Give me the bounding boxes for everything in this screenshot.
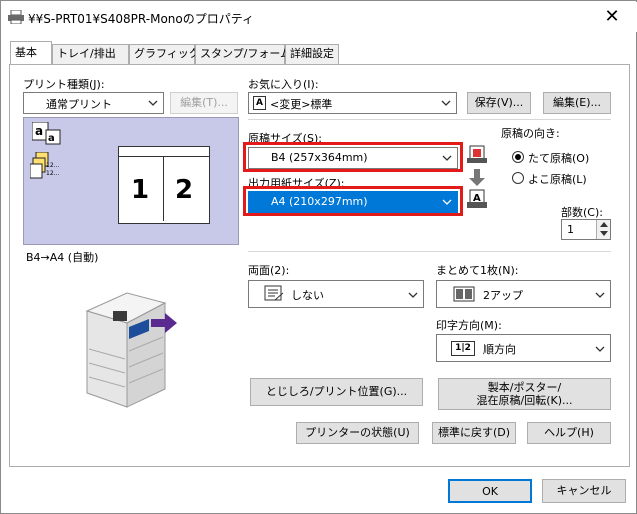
landscape-option-label[interactable]: よこ原稿(L) [528, 171, 587, 187]
print-order-value: 順方向 [483, 343, 516, 356]
print-type-select[interactable]: 通常プリント [23, 92, 164, 114]
page-number-1: 1 [131, 175, 150, 205]
duplex-label: 両面(2): [248, 264, 290, 277]
close-button[interactable]: ✕ [597, 4, 627, 30]
divider [248, 119, 611, 120]
portrait-option-label[interactable]: たて原稿(O) [528, 150, 589, 166]
tab-stamp-form[interactable]: スタンプ/フォーム [195, 44, 291, 64]
tab-tray-output[interactable]: トレイ/排出 [52, 44, 129, 64]
spin-up-icon[interactable] [600, 222, 608, 228]
print-order-label: 印字方向(M): [436, 319, 502, 332]
chevron-down-icon [442, 155, 452, 161]
original-size-select[interactable]: B4 (257x364mm) [248, 147, 458, 169]
favorites-label: お気に入り(I): [248, 78, 319, 91]
print-type-label: プリント種類(J): [23, 78, 105, 91]
properties-dialog: ¥¥S-PRT01¥S408PR-Monoのプロパティ ✕ 基本 トレイ/排出 … [0, 0, 637, 514]
mini-label: 12... [46, 162, 60, 169]
page-divider [163, 157, 164, 221]
svg-text:a: a [48, 133, 55, 144]
chevron-down-icon [148, 100, 158, 106]
favorites-edit-button[interactable]: 編集(E)... [543, 92, 611, 114]
page-header-line [119, 149, 209, 157]
portrait-radio[interactable] [512, 151, 524, 163]
copies-stepper[interactable]: 1 [561, 219, 611, 240]
output-page-preview: 1 2 [118, 146, 210, 224]
duplex-value: しない [291, 289, 324, 302]
printer-illustration [85, 292, 177, 408]
order-icon: 1|2 [451, 341, 475, 356]
original-paper-icon [467, 145, 487, 163]
booklet-line-1: 製本/ポスター/ [487, 381, 562, 394]
chevron-down-icon [408, 292, 418, 298]
ok-button[interactable]: OK [448, 479, 532, 503]
duplex-select[interactable]: しない [248, 280, 424, 308]
favorite-badge-icon: A [253, 96, 266, 110]
output-size-value: A4 (210x297mm) [271, 195, 368, 208]
favorites-value: <変更>標準 [270, 98, 333, 111]
restore-defaults-button[interactable]: 標準に戻す(D) [432, 422, 516, 444]
print-order-select[interactable]: 1|2 順方向 [436, 334, 611, 362]
output-paper-icon: A [467, 189, 487, 208]
help-button[interactable]: ヘルプ(H) [527, 422, 611, 444]
layout-preview: a a 12... 12... 1 2 [23, 117, 239, 245]
booklet-line-2: 混在原稿/回転(K)... [476, 394, 573, 407]
title-bar[interactable]: ¥¥S-PRT01¥S408PR-Monoのプロパティ ✕ [2, 2, 637, 32]
tab-advanced[interactable]: 詳細設定 [285, 44, 339, 64]
landscape-radio[interactable] [512, 172, 524, 184]
copies-spin[interactable] [596, 220, 610, 239]
chevron-down-icon [441, 100, 451, 106]
print-type-value: 通常プリント [46, 98, 112, 111]
favorites-save-button[interactable]: 保存(V)... [467, 92, 531, 114]
divider [248, 251, 611, 252]
chevron-down-icon [442, 199, 452, 205]
nup-select[interactable]: 2アップ [436, 280, 611, 308]
printer-status-button[interactable]: プリンターの状態(U) [296, 422, 419, 444]
orientation-label: 原稿の向き: [501, 127, 560, 140]
original-size-value: B4 (257x364mm) [271, 151, 368, 164]
booklet-poster-button[interactable]: 製本/ポスター/ 混在原稿/回転(K)... [438, 378, 611, 410]
nup-value: 2アップ [483, 289, 523, 302]
scaling-caption: B4→A4 (自動) [26, 251, 99, 264]
mini-label: 12... [46, 170, 60, 177]
chevron-down-icon [595, 292, 605, 298]
spin-down-icon[interactable] [600, 231, 608, 237]
output-size-select[interactable]: A4 (210x297mm) [248, 191, 458, 213]
window-title: ¥¥S-PRT01¥S408PR-Monoのプロパティ [28, 12, 255, 26]
binding-position-button[interactable]: とじしろ/プリント位置(G)... [250, 378, 423, 406]
favorites-select[interactable]: A <変更>標準 [248, 92, 457, 114]
duplex-icon [264, 285, 284, 301]
printer-icon [8, 10, 24, 24]
copies-value[interactable]: 1 [567, 223, 574, 236]
two-up-icon [453, 286, 475, 302]
cancel-button[interactable]: キャンセル [542, 479, 626, 503]
svg-text:a: a [35, 124, 43, 138]
copies-label: 部数(C): [561, 206, 603, 219]
arrow-down-icon [469, 169, 485, 186]
tab-graphics[interactable]: グラフィックス [129, 44, 210, 64]
print-type-edit-button[interactable]: 編集(T)... [170, 92, 238, 114]
page-number-2: 2 [175, 175, 194, 205]
chevron-down-icon [595, 346, 605, 352]
nup-label: まとめて1枚(N): [436, 264, 519, 277]
original-document-icon: a a [32, 122, 61, 145]
tab-basic[interactable]: 基本 [10, 41, 52, 65]
